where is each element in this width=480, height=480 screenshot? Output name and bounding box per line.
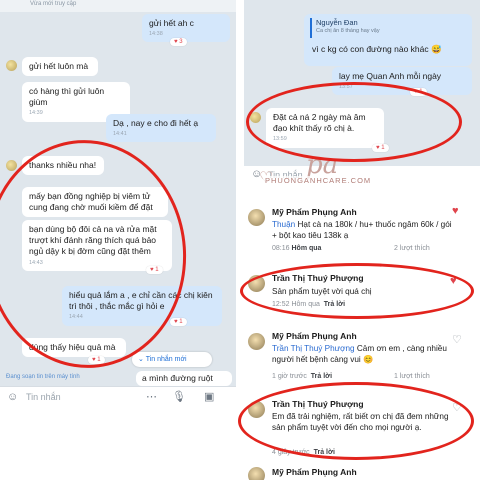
message-text: Dạ , nay e cho đi hết ạ bbox=[113, 118, 199, 128]
heart-outline-icon[interactable]: ♡ bbox=[452, 333, 462, 346]
highlight-ring bbox=[240, 263, 474, 319]
quote-bar bbox=[310, 18, 312, 38]
avatar bbox=[248, 333, 265, 350]
message-text: lay mẹ Quan Anh mỗi ngày bbox=[339, 71, 442, 81]
message-time: 14:41 bbox=[113, 131, 127, 138]
message-text: có hàng thì gửi luôn giùm bbox=[29, 86, 105, 108]
quoted-reply-text: vì c kg có con đường nào khác 😅 bbox=[312, 44, 442, 54]
mention-link[interactable]: Trần Thị Thuý Phượng bbox=[272, 344, 355, 353]
message-bubble[interactable]: a mình đường ruột bbox=[136, 371, 232, 387]
screenshot-collage: Vừa mới truy cập gửi hết ah c 14:38 ♥ 3 … bbox=[0, 0, 480, 480]
highlight-ring bbox=[246, 82, 462, 162]
comment-meta: 1 giờ trước Trả lời bbox=[272, 373, 333, 380]
microphone-icon[interactable]: 🎙 bbox=[172, 392, 186, 403]
typing-indicator: Đang soạn tin trên máy tính bbox=[6, 374, 80, 380]
mention-link[interactable]: Thuận bbox=[272, 220, 295, 229]
quoted-message-bubble[interactable]: Nguyễn Đan Ca chị ăn 8 tháng hay vậy vì … bbox=[304, 14, 472, 66]
keyboard-area bbox=[0, 408, 236, 480]
like-count[interactable]: 1 lượt thích bbox=[394, 373, 430, 380]
quoted-name: Nguyễn Đan bbox=[316, 18, 358, 27]
new-messages-button[interactable]: ⌄ Tin nhắn mới bbox=[132, 352, 212, 367]
quoted-meta: Ca chị ăn 8 tháng hay vậy bbox=[316, 28, 380, 34]
message-input[interactable]: Tin nhắn bbox=[26, 392, 61, 402]
message-text: gửi hết ah c bbox=[149, 18, 194, 28]
message-time: 14:38 bbox=[149, 31, 163, 38]
comment-author[interactable]: Mỹ Phẩm Phụng Anh bbox=[272, 207, 357, 217]
comment-meta: 08:16 Hôm qua bbox=[272, 245, 322, 252]
heart-icon[interactable]: ♥ bbox=[452, 205, 459, 217]
reaction-badge[interactable]: ♥ 3 bbox=[170, 38, 187, 46]
avatar bbox=[6, 160, 17, 171]
avatar bbox=[248, 209, 265, 226]
reaction-badge[interactable]: ♥ 1 bbox=[170, 318, 187, 326]
comment-author[interactable]: Mỹ Phẩm Phụng Anh bbox=[272, 467, 357, 477]
emoji-icon[interactable]: ☺ bbox=[7, 392, 18, 403]
message-text: gửi hết luôn mà bbox=[29, 61, 89, 71]
message-text: a mình đường ruột bbox=[142, 373, 213, 383]
more-icon[interactable]: ⋯ bbox=[146, 392, 157, 403]
message-bubble[interactable]: Dạ , nay e cho đi hết ạ 14:41 bbox=[106, 114, 216, 143]
avatar bbox=[248, 467, 265, 480]
highlight-ring bbox=[238, 382, 474, 460]
chevron-down-icon: ⌄ bbox=[138, 356, 144, 363]
comment-text: Thuận Hạt cà na 180k / hu+ thuốc ngâm 60… bbox=[272, 220, 452, 241]
like-count[interactable]: 2 lượt thích bbox=[394, 245, 430, 252]
chat-header: Vừa mới truy cập bbox=[0, 0, 236, 12]
comment-date: Hôm qua bbox=[291, 245, 322, 252]
message-bubble[interactable]: gửi hết luôn mà bbox=[22, 57, 98, 77]
comment-text: Trần Thị Thuý Phượng Cảm ơn em , càng nh… bbox=[272, 344, 447, 365]
message-input-bar[interactable]: ☺ Tin nhắn ⋯ 🎙 ▣ bbox=[0, 386, 236, 408]
message-bubble[interactable]: gửi hết ah c 14:38 bbox=[142, 14, 230, 43]
image-icon[interactable]: ▣ bbox=[204, 392, 214, 403]
chat-status: Vừa mới truy cập bbox=[30, 1, 77, 7]
avatar bbox=[6, 60, 17, 71]
reply-link[interactable]: Trả lời bbox=[311, 373, 332, 380]
comment-author[interactable]: Mỹ Phẩm Phụng Anh bbox=[272, 331, 357, 341]
